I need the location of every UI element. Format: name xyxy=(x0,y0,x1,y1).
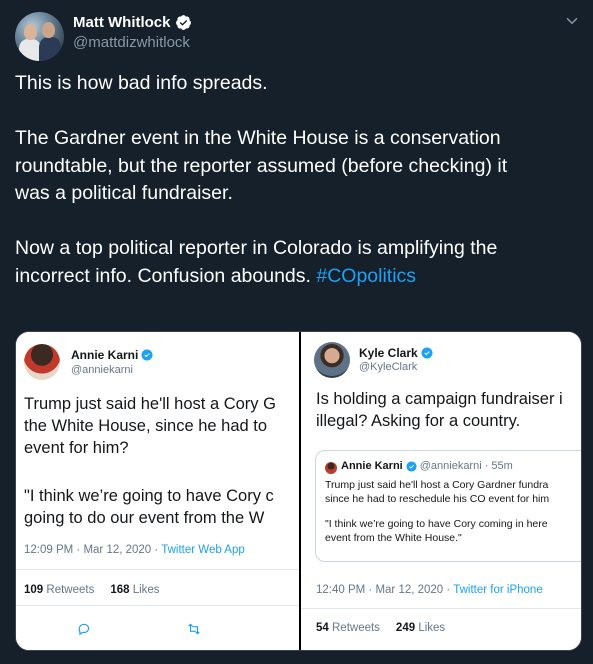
embedded-tweet-timestamp: 12:40 PM · Mar 12, 2020 · Twitter for iP… xyxy=(316,584,543,596)
divider xyxy=(16,605,299,606)
author-name-row[interactable]: Matt Whitlock xyxy=(73,14,192,31)
quoted-tweet-text-line: Trump just said he'll host a Cory Gardne… xyxy=(325,479,549,491)
avatar-figure-right-body xyxy=(39,37,61,61)
quoted-tweet-text-line: since he had to reschedule his CO event … xyxy=(325,493,550,505)
embedded-tweet-text-line: Is holding a campaign fundraiser i xyxy=(316,390,563,408)
embedded-tweet-right: Kyle Clark @KyleClark Is holding a campa… xyxy=(301,332,581,650)
avatar-figure-left-head xyxy=(24,24,37,40)
embedded-author-name-row: Kyle Clark xyxy=(359,346,433,360)
avatar-figure-right-head xyxy=(42,22,55,38)
quoted-tweet-header: Annie Karni @anniekarni · 55m xyxy=(341,460,513,472)
hashtag-link[interactable]: #COpolitics xyxy=(316,265,416,287)
tweet-media-image[interactable]: Annie Karni @anniekarni Trump just said … xyxy=(15,331,582,651)
tweet-text-line: This is how bad info spreads. xyxy=(15,72,268,94)
retweet-count: 109 xyxy=(24,584,44,596)
reply-icon xyxy=(78,623,90,636)
like-label: Likes xyxy=(132,584,160,596)
chevron-down-icon[interactable] xyxy=(563,12,581,30)
retweet-label: Retweets xyxy=(332,622,380,634)
like-label: Likes xyxy=(418,622,446,634)
source-app: Twitter for iPhone xyxy=(453,584,543,596)
retweet-label: Retweets xyxy=(46,584,95,596)
author-avatar[interactable] xyxy=(15,12,64,61)
author-display-name[interactable]: Matt Whitlock xyxy=(73,14,171,31)
embedded-author-handle: @KyleClark xyxy=(359,361,418,373)
tweet-text-line: roundtable, but the reporter assumed (be… xyxy=(15,154,508,177)
embedded-author-handle: @anniekarni xyxy=(71,364,133,376)
embedded-tweet-text-line: illegal? Asking for a country. xyxy=(316,412,521,430)
source-app: Twitter Web App xyxy=(161,544,245,556)
embedded-tweet-left: Annie Karni @anniekarni Trump just said … xyxy=(16,332,299,650)
like-count: 168 xyxy=(110,584,130,596)
embedded-tweet-text-line: going to do our event from the W xyxy=(24,509,265,527)
quoted-author-avatar xyxy=(325,462,337,474)
tweet-text-line: The Gardner event in the White House is … xyxy=(15,127,501,149)
engagement-counts: 54 Retweets 249 Likes xyxy=(316,622,445,634)
quoted-author-handle: @anniekarni · 55m xyxy=(419,460,513,472)
like-count: 249 xyxy=(395,622,416,634)
engagement-counts: 109 Retweets 168 Likes xyxy=(24,584,160,596)
tweet-text: This is how bad info spreads. The Gardne… xyxy=(15,70,580,290)
quoted-tweet: Annie Karni @anniekarni · 55m Trump just… xyxy=(315,450,581,562)
quoted-tweet-text-line: event from the White House." xyxy=(325,532,462,544)
embedded-tweet-text-line: event for him? xyxy=(24,439,129,457)
tweet-text-line: incorrect info. Confusion abounds. #COpo… xyxy=(15,263,580,291)
embedded-author-avatar xyxy=(314,342,350,378)
verified-badge-icon xyxy=(175,15,191,30)
embedded-tweet-text-line: the White House, since he had to xyxy=(24,417,268,435)
verified-badge-icon xyxy=(421,347,433,359)
embedded-tweet-timestamp: 12:09 PM · Mar 12, 2020 · Twitter Web Ap… xyxy=(24,544,245,556)
quoted-author-name: Annie Karni xyxy=(341,460,403,472)
embedded-author-name: Annie Karni xyxy=(71,348,139,362)
retweet-count: 54 xyxy=(316,622,329,634)
quoted-tweet-text-line: "I think we’re going to have Cory coming… xyxy=(325,518,548,530)
embedded-tweet-text-line: "I think we’re going to have Cory c xyxy=(24,487,274,505)
embedded-author-name: Kyle Clark xyxy=(359,346,418,360)
verified-badge-icon xyxy=(406,460,417,472)
embedded-tweet-text-line: Trump just said he'll host a Cory G xyxy=(24,395,276,413)
author-handle[interactable]: @mattdizwhitlock xyxy=(73,34,190,51)
divider xyxy=(301,608,581,609)
tweet-text-segment: incorrect info. Confusion abounds. xyxy=(15,264,317,287)
embedded-author-name-row: Annie Karni xyxy=(71,348,153,362)
timestamp-text: 12:40 PM · Mar 12, 2020 · xyxy=(316,584,454,596)
verified-badge-icon xyxy=(141,349,153,361)
embedded-author-avatar xyxy=(24,344,60,380)
avatar-figure-left-body xyxy=(19,39,41,61)
tweet-header: Matt Whitlock @mattdizwhitlock xyxy=(15,8,583,61)
divider xyxy=(16,569,299,570)
tweet-text-line: Now a top political reporter in Colorado… xyxy=(15,237,498,259)
timestamp-text: 12:09 PM · Mar 12, 2020 · xyxy=(24,544,162,556)
retweet-icon xyxy=(188,623,200,635)
tweet-text-line: was a political fundraiser. xyxy=(15,182,233,204)
